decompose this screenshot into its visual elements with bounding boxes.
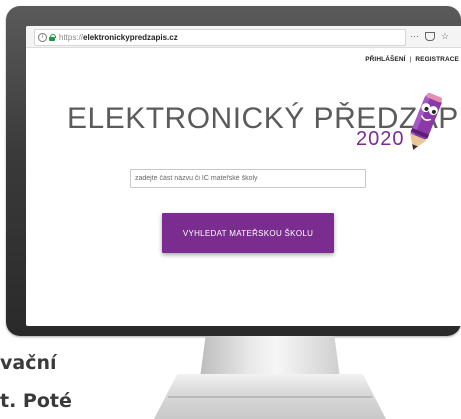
url-host: elektronickypredzapis.cz — [83, 33, 178, 42]
monitor-neck — [200, 336, 340, 378]
background-text-line-2: t. Poté — [0, 390, 72, 412]
auth-links: PŘIHLÁŠENÍ | REGISTRACE — [365, 56, 459, 63]
logo-year: 2020 — [356, 128, 405, 150]
browser-address-bar: i https://elektronickypredzapis.cz ⋯ ☆ — [26, 26, 461, 48]
pocket-icon[interactable] — [425, 32, 435, 41]
school-search-input[interactable] — [130, 169, 366, 188]
login-link[interactable]: PŘIHLÁŠENÍ — [365, 56, 405, 63]
background-text-line-1: vační — [0, 352, 57, 374]
url-text[interactable]: https://elektronickypredzapis.cz — [59, 30, 178, 45]
browser-toolbar-icons: ⋯ ☆ — [410, 29, 449, 44]
monitor-screen: i https://elektronickypredzapis.cz ⋯ ☆ P… — [26, 26, 461, 326]
ellipsis-icon[interactable]: ⋯ — [410, 31, 419, 42]
url-field[interactable]: i https://elektronickypredzapis.cz — [34, 29, 406, 46]
pencil-mascot-icon — [410, 92, 443, 150]
auth-separator: | — [409, 56, 412, 63]
register-link[interactable]: REGISTRACE — [415, 56, 459, 63]
url-protocol: https:// — [59, 33, 84, 42]
monitor-base-stripe — [168, 396, 372, 398]
monitor-frame: i https://elektronickypredzapis.cz ⋯ ☆ P… — [6, 6, 461, 336]
info-icon[interactable]: i — [38, 33, 47, 42]
lock-icon — [49, 34, 56, 41]
search-school-button[interactable]: VYHLEDAT MATEŘSKOU ŠKOLU — [162, 213, 334, 253]
star-icon[interactable]: ☆ — [441, 31, 449, 42]
